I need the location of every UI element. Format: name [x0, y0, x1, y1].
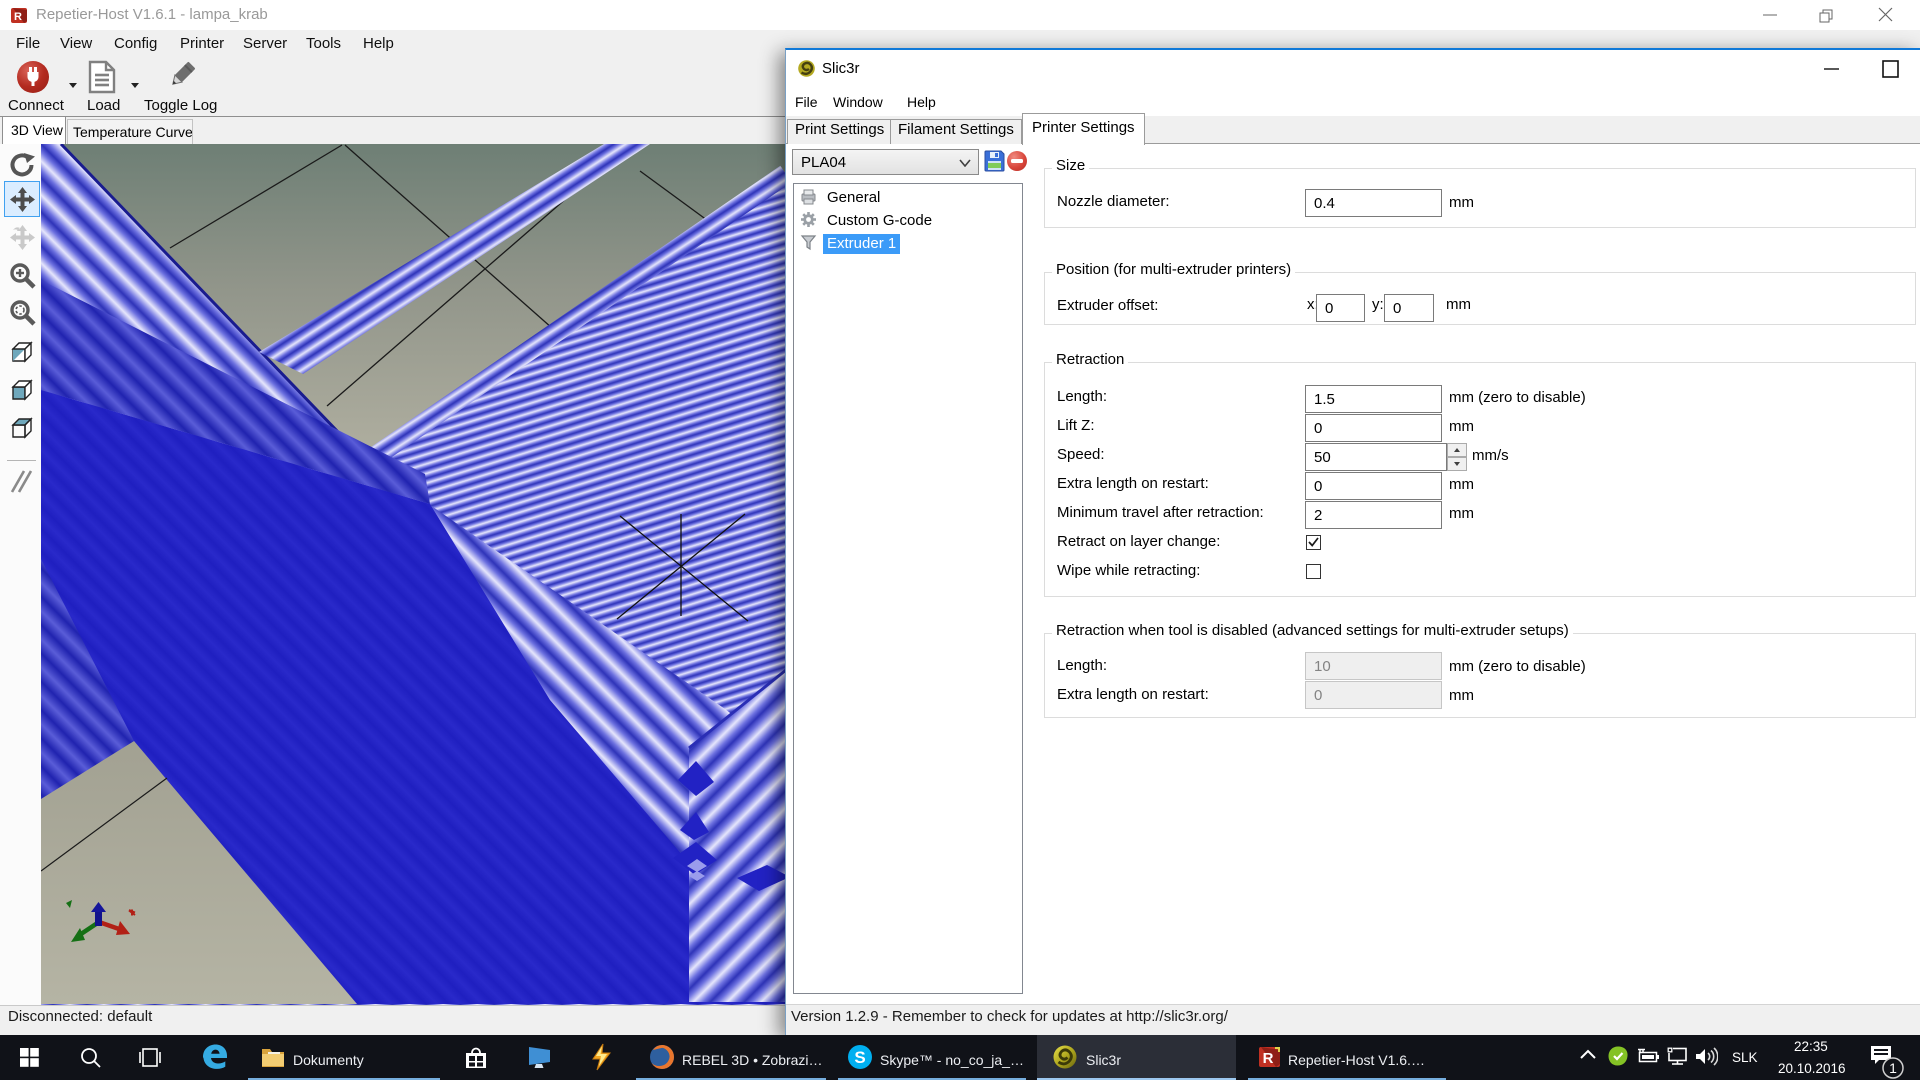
svg-text:1: 1 [1889, 1060, 1897, 1076]
svg-text:R: R [14, 11, 22, 23]
svg-text:S: S [854, 1048, 865, 1067]
svg-text:R: R [1263, 1050, 1274, 1067]
